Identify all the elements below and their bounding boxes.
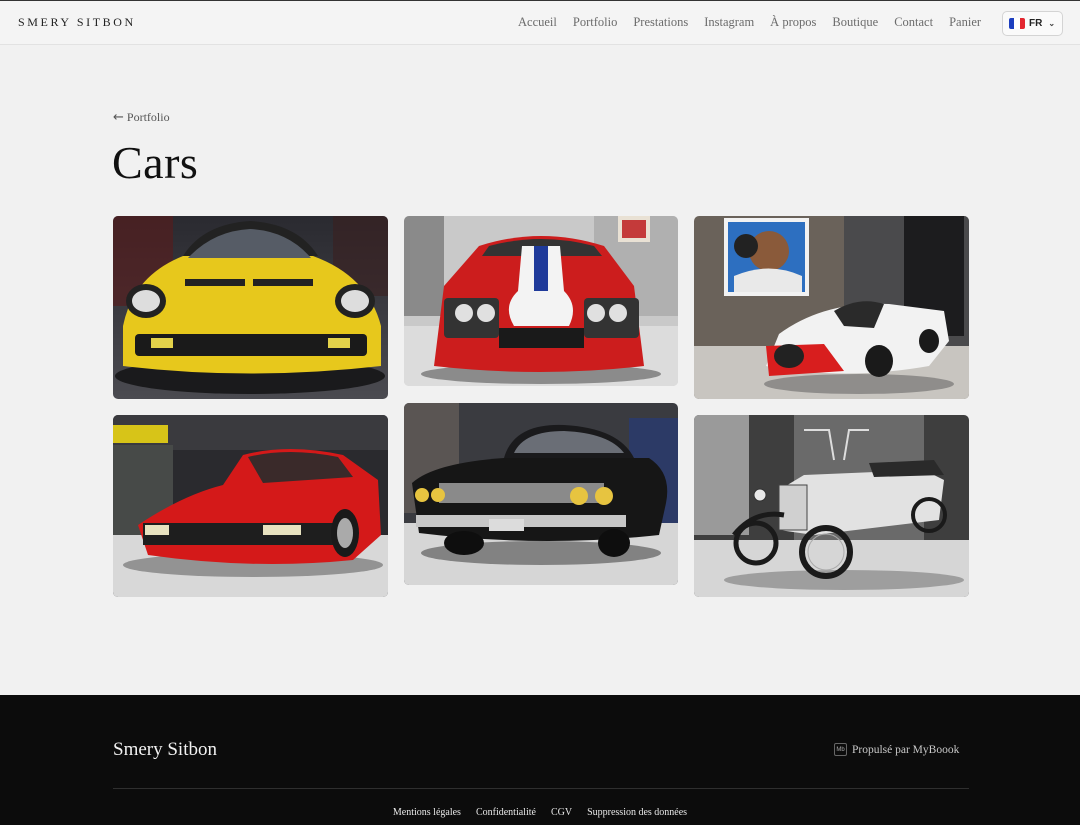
powered-by-label: Propulsé par MyBoook xyxy=(852,743,960,756)
language-selector[interactable]: FR ⌄ xyxy=(1002,11,1063,36)
page-title: Cars xyxy=(112,137,199,188)
footer-link-mentions[interactable]: Mentions légales xyxy=(393,807,461,818)
gallery-photo[interactable] xyxy=(404,403,678,585)
nav-item-boutique[interactable]: Boutique xyxy=(832,15,878,30)
photo-red-car-white-stripe xyxy=(404,216,678,386)
site-brand[interactable]: SMERY SITBON xyxy=(18,15,136,30)
site-footer: Smery Sitbon Mb Propulsé par MyBoook Men… xyxy=(0,695,1080,825)
nav-item-prestations[interactable]: Prestations xyxy=(633,15,688,30)
gallery-photo[interactable] xyxy=(404,216,678,386)
footer-link-confidentialite[interactable]: Confidentialité xyxy=(476,807,536,818)
footer-divider xyxy=(113,788,969,789)
arrow-left-icon: ← xyxy=(113,110,124,125)
chevron-down-icon: ⌄ xyxy=(1048,19,1056,28)
gallery-photo[interactable] xyxy=(694,415,969,597)
footer-links: Mentions légales Confidentialité CGV Sup… xyxy=(0,807,1080,818)
footer-brand[interactable]: Smery Sitbon xyxy=(113,739,217,761)
nav-item-accueil[interactable]: Accueil xyxy=(518,15,557,30)
main-nav: Accueil Portfolio Prestations Instagram … xyxy=(518,15,997,30)
france-flag-icon xyxy=(1009,18,1025,29)
photo-yellow-sports-car xyxy=(113,216,388,399)
photo-vintage-car xyxy=(694,415,969,597)
gallery-photo[interactable] xyxy=(113,415,388,597)
footer-link-suppression[interactable]: Suppression des données xyxy=(587,807,687,818)
nav-item-portfolio[interactable]: Portfolio xyxy=(573,15,617,30)
nav-item-a-propos[interactable]: À propos xyxy=(770,15,816,30)
gallery-photo[interactable] xyxy=(694,216,969,399)
photo-white-race-car xyxy=(694,216,969,399)
nav-item-contact[interactable]: Contact xyxy=(894,15,933,30)
language-code: FR xyxy=(1029,18,1043,29)
back-link-label: Portfolio xyxy=(126,110,170,124)
photo-red-sports-car xyxy=(113,415,388,597)
footer-link-cgv[interactable]: CGV xyxy=(551,807,572,818)
myboook-logo-icon: Mb xyxy=(834,743,847,756)
powered-by-link[interactable]: Mb Propulsé par MyBoook xyxy=(834,743,959,756)
nav-item-instagram[interactable]: Instagram xyxy=(704,15,754,30)
gallery-photo[interactable] xyxy=(113,216,388,399)
site-header: SMERY SITBON Accueil Portfolio Prestatio… xyxy=(0,0,1080,45)
back-link[interactable]: ← Portfolio xyxy=(113,110,170,125)
nav-item-panier[interactable]: Panier xyxy=(949,15,981,30)
photo-black-classic-car xyxy=(404,403,678,585)
